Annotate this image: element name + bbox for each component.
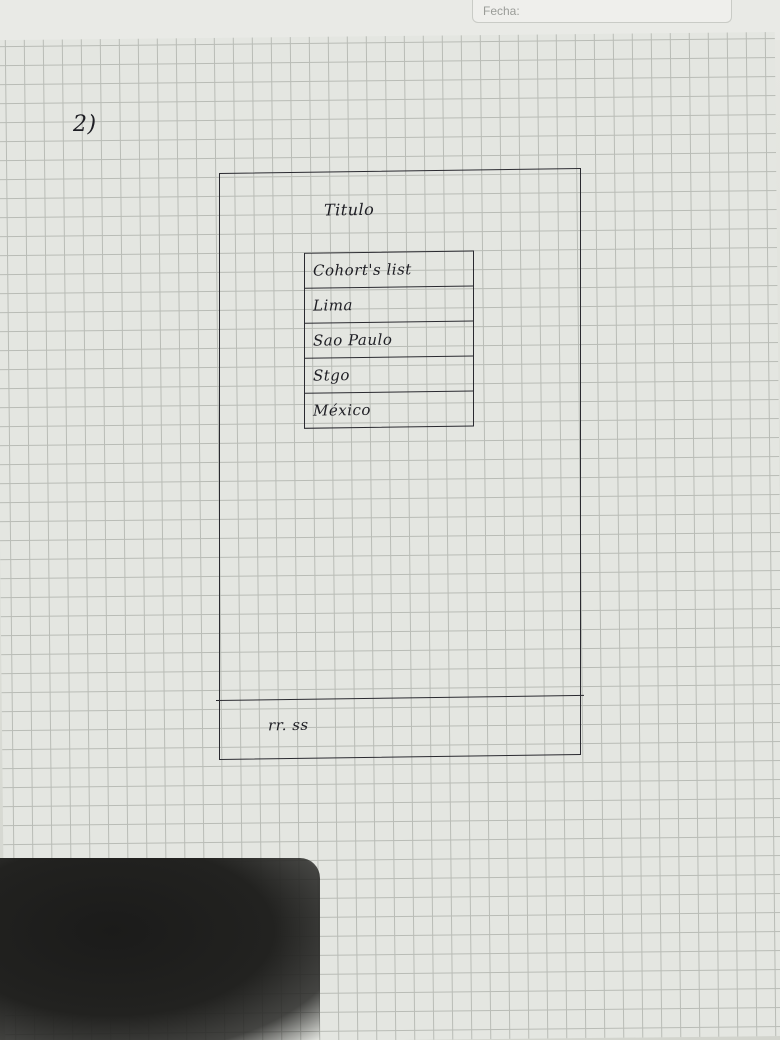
- photo-canvas: Fecha: 2) Titulo Cohort's list Lima Sao …: [0, 0, 780, 1040]
- footer-social-text[interactable]: rr. ss: [268, 716, 309, 735]
- list-item-mexico[interactable]: México: [305, 391, 473, 427]
- footer-bar: rr. ss: [216, 694, 584, 760]
- table-header: Cohort's list: [305, 251, 473, 289]
- date-field: Fecha:: [472, 0, 732, 23]
- list-item-lima[interactable]: Lima: [305, 286, 473, 324]
- list-item-stgo[interactable]: Stgo: [305, 356, 473, 394]
- shadow-overlay: [0, 858, 320, 1040]
- list-item-sao-paulo[interactable]: Sao Paulo: [305, 321, 473, 359]
- cohort-list-table: Cohort's list Lima Sao Paulo Stgo México: [304, 250, 474, 429]
- date-label: Fecha:: [483, 4, 520, 18]
- exercise-number: 2): [73, 112, 97, 137]
- screen-title: Titulo: [324, 199, 375, 220]
- phone-wireframe: Titulo Cohort's list Lima Sao Paulo Stgo…: [216, 167, 584, 760]
